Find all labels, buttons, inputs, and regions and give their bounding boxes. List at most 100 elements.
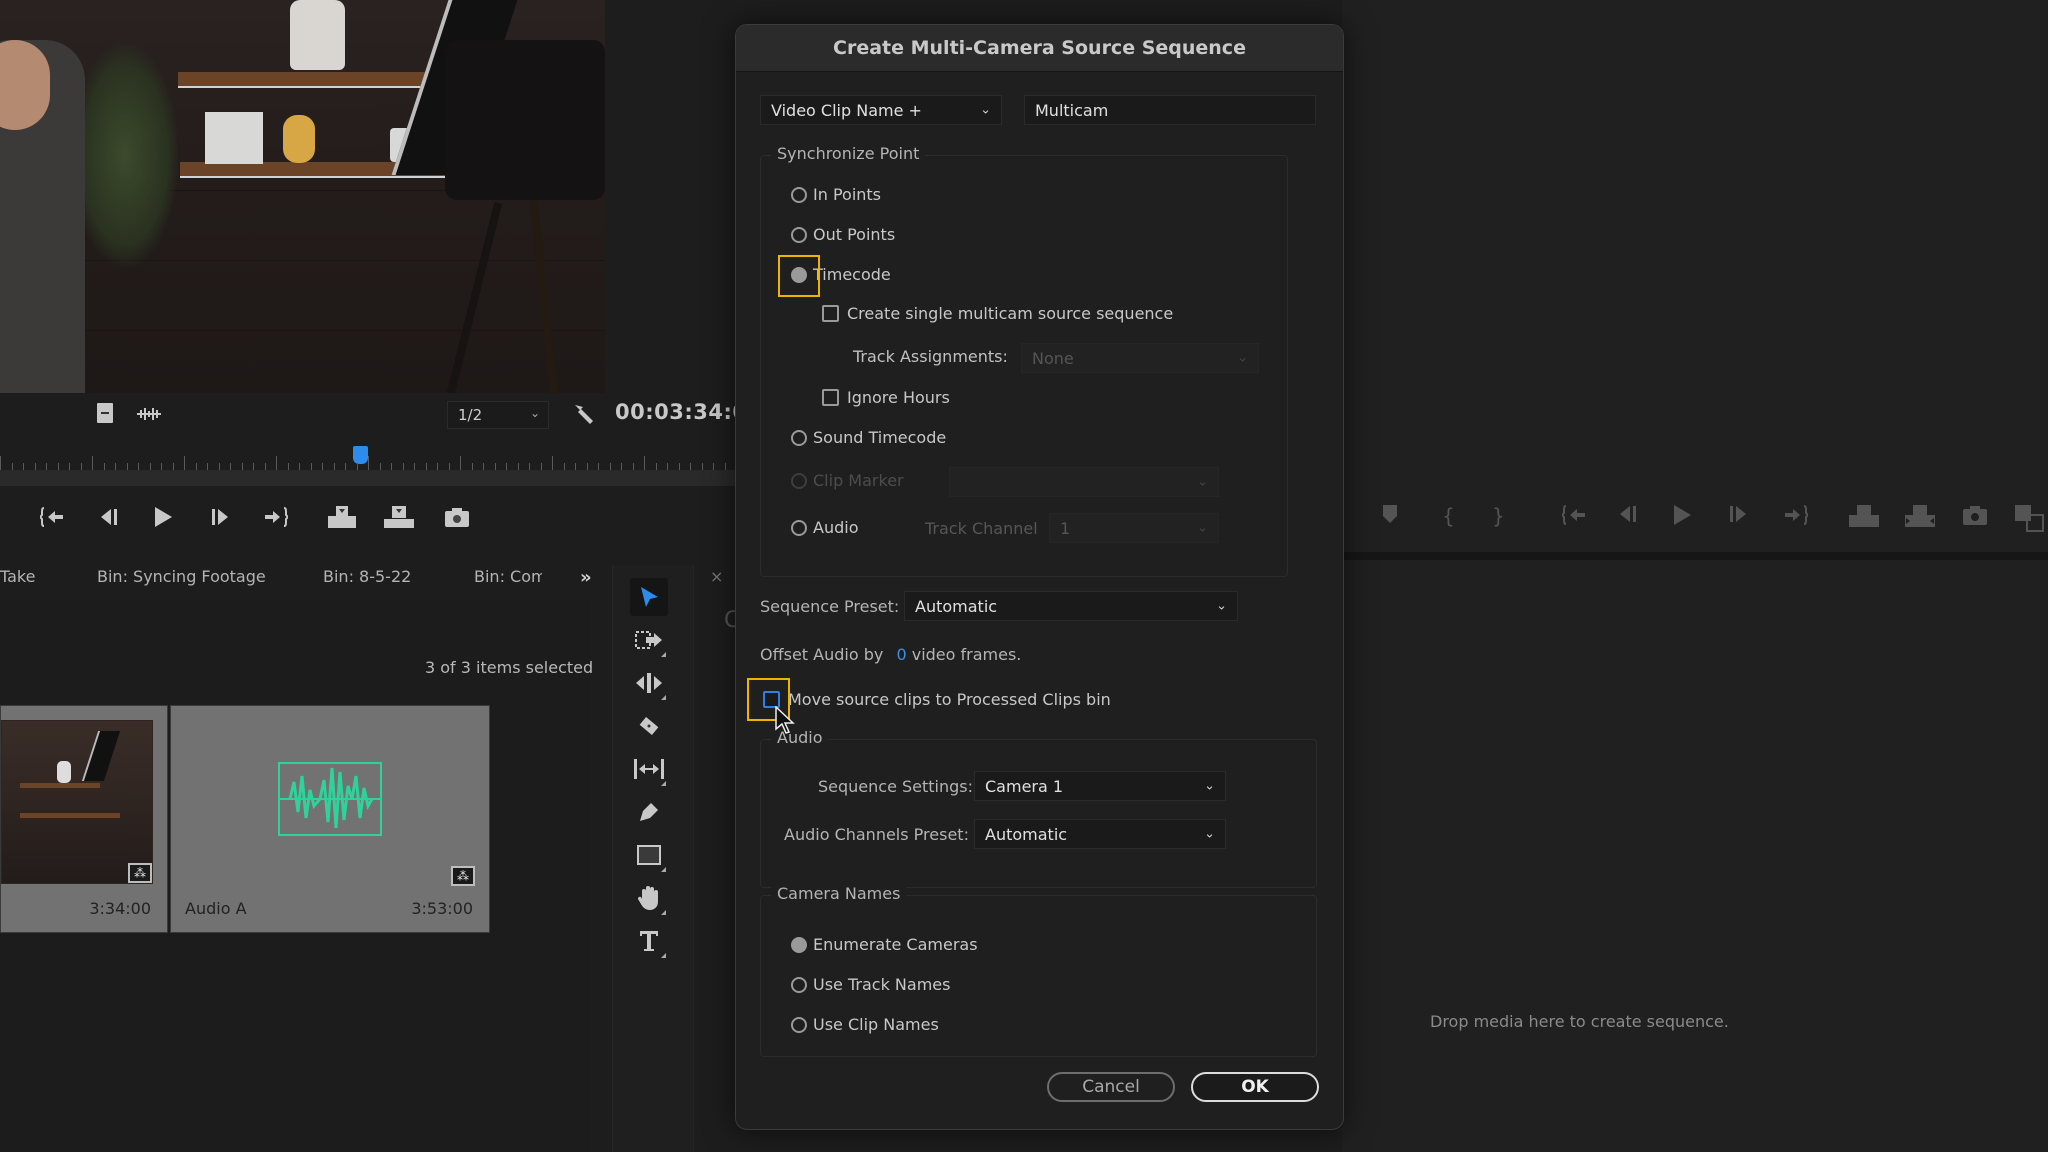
go-to-in-icon[interactable] [1560, 504, 1588, 531]
mouse-cursor-icon [775, 706, 795, 734]
insert-icon[interactable] [326, 503, 360, 531]
radio-button-selected [791, 936, 807, 953]
type-tool-icon[interactable] [630, 922, 668, 960]
checkbox-create-single-sequence[interactable]: Create single multicam source sequence [822, 304, 1173, 323]
create-multicam-dialog: Create Multi-Camera Source Sequence Vide… [735, 24, 1344, 1130]
program-transport-bar: { } [1342, 490, 2048, 550]
audio-group: Audio [760, 728, 1317, 888]
tab-bin-syncing-footage[interactable]: Bin: Syncing Footage [97, 567, 266, 586]
hand-tool-icon[interactable] [630, 879, 668, 917]
offset-suffix: video frames. [911, 645, 1022, 664]
option-label: Ignore Hours [847, 388, 950, 407]
ruler-tick [69, 463, 70, 470]
play-icon[interactable] [1672, 504, 1692, 531]
tripod-leg [529, 200, 559, 393]
pen-tool-icon[interactable] [630, 793, 668, 831]
radio-in-points[interactable]: In Points [791, 185, 881, 204]
export-frame-icon[interactable] [1962, 504, 1988, 531]
ruler-tick [184, 456, 185, 470]
audio-waveform-icon[interactable] [134, 403, 164, 425]
checkbox-ignore-hours[interactable]: Ignore Hours [822, 388, 950, 407]
wrench-icon[interactable] [570, 400, 598, 428]
ruler-tick [276, 456, 277, 470]
checkbox [822, 389, 839, 406]
audio-channels-preset-value: Automatic [985, 824, 1068, 844]
slip-tool-icon[interactable] [630, 750, 668, 788]
track-select-tool-icon[interactable] [630, 621, 668, 659]
rectangle-tool-icon[interactable] [630, 836, 668, 874]
chevron-down-icon: ⌄ [1197, 520, 1208, 536]
timeline-close-icon[interactable]: × [710, 567, 723, 586]
sequence-preset-dropdown[interactable]: Automatic ⌄ [904, 591, 1238, 621]
radio-enumerate-cameras[interactable]: Enumerate Cameras [791, 935, 978, 954]
tab-bin-com[interactable]: Bin: Com [474, 567, 542, 586]
radio-clip-marker[interactable]: Clip Marker [791, 471, 904, 490]
name-mode-dropdown[interactable]: Video Clip Name + ⌄ [760, 95, 1002, 125]
cancel-button[interactable]: Cancel [1047, 1072, 1175, 1102]
tab-bin-8-5-22[interactable]: Bin: 8-5-22 [323, 567, 411, 586]
offset-frames-value[interactable]: 0 [896, 645, 906, 664]
group-label: Synchronize Point [771, 144, 926, 163]
radio-out-points[interactable]: Out Points [791, 225, 895, 244]
sequence-name-input[interactable] [1024, 95, 1316, 125]
time-ruler[interactable] [0, 440, 737, 470]
clip-card[interactable]: ⁂ 3:34:00 [0, 705, 168, 933]
zoom-level-dropdown[interactable]: 1/2 ⌄ [447, 401, 549, 429]
ruler-tick [690, 463, 691, 470]
go-to-out-icon[interactable] [1782, 504, 1810, 531]
tab-take[interactable]: Take [0, 567, 35, 586]
compare-icon[interactable] [2014, 504, 2044, 537]
ripple-edit-tool-icon[interactable] [630, 664, 668, 702]
extract-icon[interactable] [1904, 504, 1936, 533]
overwrite-icon[interactable] [382, 503, 416, 531]
ruler-tick [483, 463, 484, 470]
filmstrip-icon[interactable] [94, 401, 116, 425]
sequence-settings-dropdown[interactable]: Camera 1 ⌄ [974, 771, 1226, 801]
chevron-down-icon: ⌄ [1204, 826, 1215, 842]
ruler-tick [11, 463, 13, 470]
option-label: Out Points [813, 225, 896, 244]
radio-sound-timecode[interactable]: Sound Timecode [791, 428, 946, 447]
lift-icon[interactable] [1848, 504, 1880, 533]
step-forward-icon[interactable] [1728, 504, 1748, 529]
ruler-tick [506, 463, 507, 470]
chevron-down-icon: ⌄ [1204, 778, 1215, 794]
source-timecode[interactable]: 00:03:34:00 [615, 400, 735, 424]
audio-channels-preset-dropdown[interactable]: Automatic ⌄ [974, 819, 1226, 849]
ruler-tick [586, 463, 588, 470]
clip-marker-dropdown[interactable]: ⌄ [949, 467, 1219, 497]
option-label: Timecode [813, 265, 891, 284]
tabs-overflow-button[interactable]: » [580, 567, 592, 588]
play-icon[interactable] [150, 503, 176, 531]
razor-tool-icon[interactable] [630, 707, 668, 745]
track-channel-dropdown[interactable]: 1 ⌄ [1049, 513, 1219, 543]
ok-button[interactable]: OK [1191, 1072, 1319, 1102]
clip-card[interactable]: ⁂ Audio A 3:53:00 [170, 705, 490, 933]
ruler-tick [460, 456, 461, 470]
ruler-tick [448, 463, 450, 470]
radio-button [791, 226, 807, 243]
radio-use-track-names[interactable]: Use Track Names [791, 975, 950, 994]
ruler-tick [264, 463, 266, 470]
mark-out-icon[interactable]: } [1492, 504, 1505, 528]
radio-audio[interactable]: Audio [791, 518, 858, 537]
step-back-icon[interactable] [96, 503, 122, 531]
checkbox-move-source-clips[interactable]: Move source clips to Processed Clips bin [763, 690, 1111, 709]
marker-icon[interactable] [1382, 504, 1398, 529]
selection-tool-icon[interactable] [630, 578, 668, 616]
radio-use-clip-names[interactable]: Use Clip Names [791, 1015, 939, 1034]
playhead[interactable] [353, 446, 369, 464]
go-to-out-icon[interactable] [260, 503, 290, 531]
step-forward-icon[interactable] [207, 503, 233, 531]
ruler-tick [609, 463, 611, 470]
step-back-icon[interactable] [1618, 504, 1638, 529]
scrub-bar[interactable] [0, 470, 735, 486]
go-to-in-icon[interactable] [38, 503, 68, 531]
export-frame-icon[interactable] [442, 503, 472, 531]
radio-button [791, 429, 807, 446]
track-assignments-dropdown[interactable]: None ⌄ [1021, 343, 1259, 373]
sequence-settings-value: Camera 1 [985, 776, 1064, 796]
radio-button [791, 1016, 807, 1033]
ruler-tick [80, 463, 82, 470]
mark-in-icon[interactable]: { [1442, 504, 1455, 528]
